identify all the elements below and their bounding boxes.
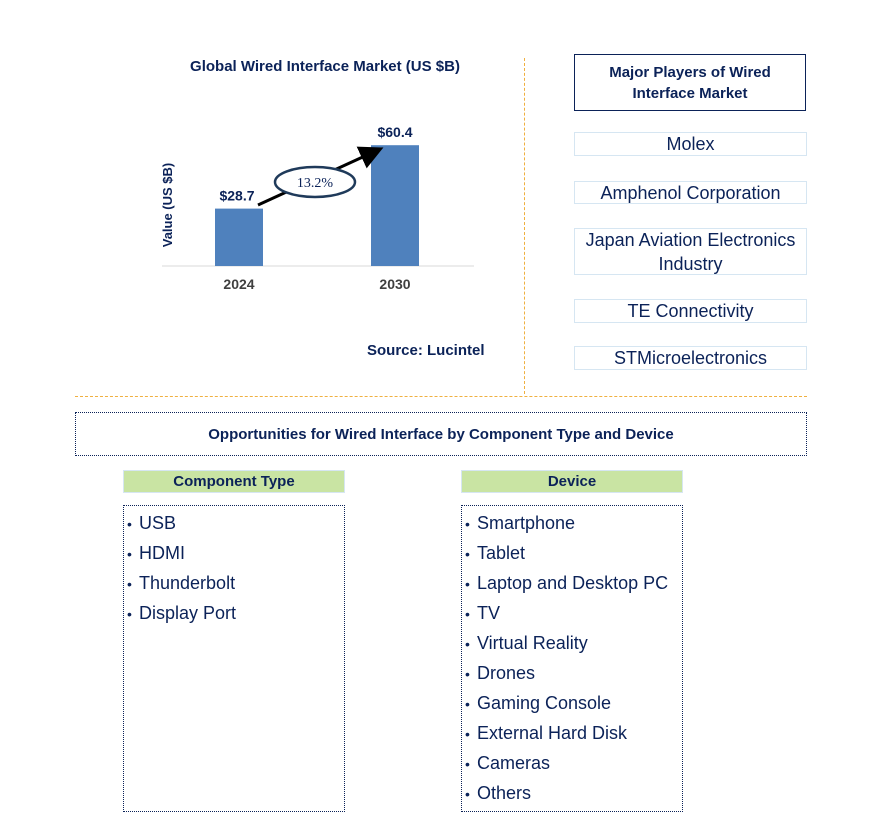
player-item: Amphenol Corporation <box>574 181 807 204</box>
x-tick-label: 2030 <box>379 276 410 292</box>
bullet-icon: • <box>465 636 470 652</box>
bullet-icon: • <box>127 576 132 592</box>
player-item: Japan Aviation Electronics Industry <box>574 228 807 275</box>
x-tick-label: 2024 <box>223 276 254 292</box>
data-label: $28.7 <box>219 188 254 204</box>
bullet-icon: • <box>465 546 470 562</box>
list-item: • Cameras <box>465 748 682 778</box>
source-note: Source: Lucintel <box>367 342 485 359</box>
bullet-icon: • <box>465 726 470 742</box>
bar-chart: Value (US $B) 13.2% $28.7 2024 $60.4 2030 <box>160 124 474 292</box>
data-label: $60.4 <box>377 124 412 140</box>
bullet-icon: • <box>465 606 470 622</box>
player-item: TE Connectivity <box>574 299 807 323</box>
list-item: • Smartphone <box>465 508 682 538</box>
bar-2030 <box>371 145 419 266</box>
bullet-icon: • <box>127 546 132 562</box>
bullet-icon: • <box>127 606 132 622</box>
horizontal-divider <box>75 396 807 397</box>
list-item: • TV <box>465 598 682 628</box>
bullet-icon: • <box>127 516 132 532</box>
list-item: • Tablet <box>465 538 682 568</box>
opportunities-header: Opportunities for Wired Interface by Com… <box>75 412 807 456</box>
y-axis-label: Value (US $B) <box>160 163 175 248</box>
list-item: • Virtual Reality <box>465 628 682 658</box>
list-item: • External Hard Disk <box>465 718 682 748</box>
bullet-icon: • <box>465 756 470 772</box>
component-type-list: • USB • HDMI • Thunderbolt • Display Port <box>123 505 345 812</box>
list-item: • Drones <box>465 658 682 688</box>
list-item: • Others <box>465 778 682 808</box>
vertical-divider <box>524 58 525 394</box>
list-item: • HDMI <box>127 538 344 568</box>
list-item: • Gaming Console <box>465 688 682 718</box>
player-item: STMicroelectronics <box>574 346 807 370</box>
bar-2024 <box>215 208 263 266</box>
bullet-icon: • <box>465 516 470 532</box>
players-header: Major Players of Wired Interface Market <box>574 54 806 111</box>
component-type-header: Component Type <box>123 470 345 493</box>
bullet-icon: • <box>465 666 470 682</box>
bullet-icon: • <box>465 786 470 802</box>
bullet-icon: • <box>465 576 470 592</box>
device-list: • Smartphone • Tablet • Laptop and Desktop … <box>461 505 683 812</box>
bullet-icon: • <box>465 696 470 712</box>
list-item: • Display Port <box>127 598 344 628</box>
list-item: • Thunderbolt <box>127 568 344 598</box>
device-header: Device <box>461 470 683 493</box>
chart-title: Global Wired Interface Market (US $B) <box>190 58 460 75</box>
list-item: • Laptop and Desktop PC <box>465 568 682 598</box>
list-item: • USB <box>127 508 344 538</box>
player-item: Molex <box>574 132 807 156</box>
cagr-label: 13.2% <box>297 176 334 191</box>
